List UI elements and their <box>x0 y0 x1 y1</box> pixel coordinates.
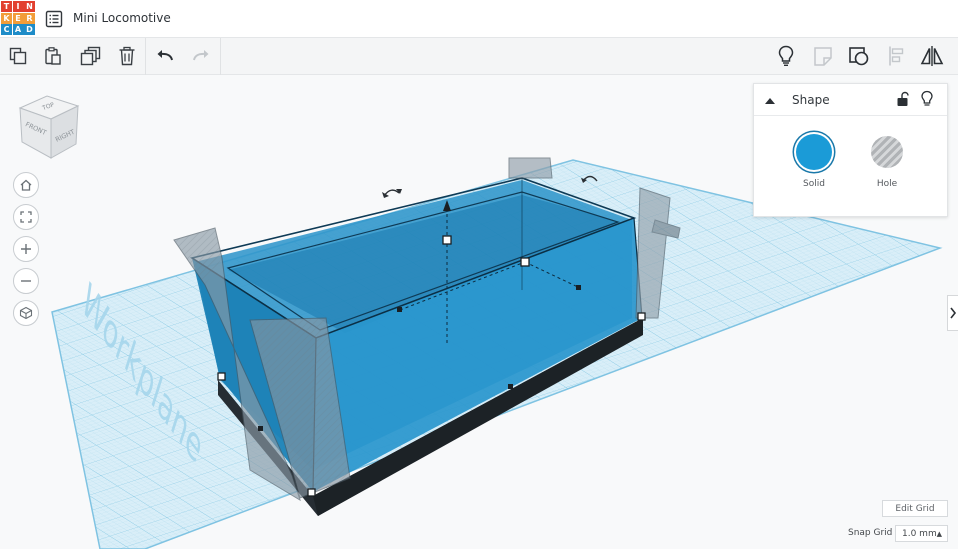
solid-color-swatch[interactable] <box>796 134 832 170</box>
align-button[interactable] <box>884 44 910 68</box>
logo-letter: D <box>24 24 35 35</box>
logo-letter: C <box>1 24 12 35</box>
caret-up-icon <box>765 98 775 104</box>
lock-shape-button[interactable] <box>896 91 910 107</box>
design-title[interactable]: Mini Locomotive <box>73 11 171 25</box>
align-icon <box>889 46 904 66</box>
logo-letter: E <box>12 12 24 24</box>
app-header: T I N K E R C A D Mini Locomotive <box>0 0 958 38</box>
design-menu-button[interactable] <box>45 10 63 28</box>
lightbulb-icon <box>921 90 933 106</box>
edit-toolbar <box>0 38 958 75</box>
hole-swatch[interactable] <box>871 136 903 168</box>
logo-letter: T <box>1 1 12 12</box>
perspective-icon <box>19 306 33 320</box>
logo-letter: N <box>24 1 35 12</box>
delete-button[interactable] <box>114 44 140 68</box>
tinkercad-logo[interactable]: T I N K E R C A D <box>1 1 35 35</box>
snap-grid-select[interactable]: 1.0 mm ▲ <box>895 525 948 542</box>
group-button[interactable] <box>846 44 872 68</box>
logo-letter: K <box>1 12 12 24</box>
group-icon <box>849 47 869 66</box>
duplicate-icon <box>80 46 101 66</box>
view-cube[interactable]: TOP FRONT RIGHT <box>16 94 82 162</box>
snap-grid-label: Snap Grid <box>848 528 893 538</box>
snap-grid-value: 1.0 mm <box>902 528 937 539</box>
zoom-out-icon <box>21 280 31 282</box>
toolbar-divider <box>220 38 221 75</box>
shape-panel-header: Shape <box>754 84 947 116</box>
list-icon <box>45 10 63 28</box>
notes-icon <box>814 47 832 66</box>
hole-option[interactable]: Hole <box>862 134 912 194</box>
home-view-button[interactable] <box>13 172 39 198</box>
duplicate-button[interactable] <box>78 44 104 68</box>
undo-icon <box>157 50 173 61</box>
logo-letter: R <box>24 12 35 24</box>
lightbulb-icon <box>778 45 794 66</box>
rotate-handle-icon[interactable] <box>382 189 402 198</box>
solid-option[interactable]: Solid <box>789 134 839 194</box>
notes-button[interactable] <box>810 44 836 68</box>
redo-button[interactable] <box>188 44 214 68</box>
perspective-toggle-button[interactable] <box>13 300 39 326</box>
paste-button[interactable] <box>40 44 66 68</box>
mirror-icon <box>920 46 944 66</box>
zoom-out-button[interactable] <box>13 268 39 294</box>
unlock-icon <box>897 91 909 106</box>
collapse-panel-button[interactable] <box>763 93 777 107</box>
trash-icon <box>119 46 135 66</box>
hide-shape-button[interactable] <box>920 90 934 108</box>
chevron-right-icon <box>950 307 957 319</box>
hole-label: Hole <box>876 179 898 189</box>
logo-letter: I <box>12 1 24 12</box>
undo-button[interactable] <box>152 44 178 68</box>
edit-grid-button[interactable]: Edit Grid <box>882 500 948 517</box>
copy-button[interactable] <box>5 44 31 68</box>
toolbar-divider <box>145 38 146 75</box>
fit-view-icon <box>20 211 32 223</box>
mirror-button[interactable] <box>919 44 945 68</box>
home-icon <box>20 179 32 191</box>
zoom-in-button[interactable] <box>13 236 39 262</box>
logo-letter: A <box>12 24 24 35</box>
caret-up-icon: ▲ <box>936 530 942 538</box>
zoom-in-icon <box>21 244 31 254</box>
tinkercad-app: T I N K E R C A D Mini Locomotive Workpl… <box>0 0 958 549</box>
redo-icon <box>193 50 209 61</box>
paste-icon <box>45 47 61 65</box>
copy-icon <box>9 47 27 65</box>
shape-panel-title: Shape <box>792 93 830 107</box>
show-all-button[interactable] <box>773 44 799 68</box>
shape-inspector-panel: Shape Solid Hole <box>753 83 948 217</box>
solid-label: Solid <box>803 179 825 189</box>
shapes-panel-toggle[interactable] <box>947 295 958 331</box>
fit-view-button[interactable] <box>13 204 39 230</box>
